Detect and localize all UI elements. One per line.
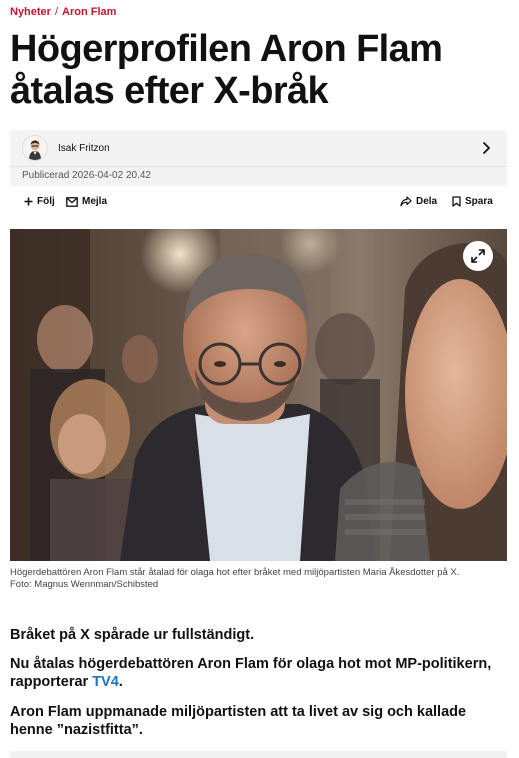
- lead-paragraph-2: Nu åtalas högerdebattören Aron Flam för …: [10, 655, 507, 691]
- article-actions: Följ Mejla Dela Spara: [10, 196, 507, 216]
- author-name[interactable]: Isak Fritzon: [58, 143, 110, 154]
- author-avatar: [22, 135, 48, 161]
- breadcrumb: Nyheter / Aron Flam: [10, 6, 116, 18]
- lead-p2-end: .: [118, 674, 123, 690]
- plus-icon: [24, 197, 33, 206]
- author-box[interactable]: Isak Fritzon Publicerad 2026-04-02 20.42: [10, 130, 507, 186]
- email-label: Mejla: [82, 196, 108, 207]
- tv4-link[interactable]: TV4: [92, 674, 119, 690]
- chevron-right-icon[interactable]: [479, 140, 493, 156]
- photo-credit: Foto: Magnus Wennman/Schibsted: [10, 578, 159, 590]
- article-photo[interactable]: [10, 229, 507, 561]
- save-button[interactable]: Spara: [452, 196, 493, 207]
- article-headline: Högerprofilen Aron Flam åtalas efter X-b…: [10, 28, 443, 112]
- expand-image-button[interactable]: [463, 241, 493, 271]
- divider: [10, 166, 507, 167]
- share-button[interactable]: Dela: [400, 196, 437, 207]
- breadcrumb-separator: /: [54, 6, 59, 18]
- bottom-divider: [10, 751, 507, 758]
- lead-p2-text: Nu åtalas högerdebattören Aron Flam för …: [10, 656, 492, 690]
- photo-illustration: [10, 229, 507, 561]
- share-label: Dela: [416, 196, 438, 207]
- email-button[interactable]: Mejla: [66, 196, 107, 207]
- lead-paragraph-3: Aron Flam uppmanade miljöpartisten att t…: [10, 704, 467, 738]
- author-row[interactable]: Isak Fritzon: [10, 130, 507, 166]
- breadcrumb-section[interactable]: Nyheter: [10, 6, 51, 18]
- follow-button[interactable]: Följ: [24, 196, 55, 207]
- published-date: Publicerad 2026-04-02 20.42: [22, 170, 151, 181]
- photo-caption: Högerdebattören Aron Flam står åtalad fö…: [10, 567, 507, 590]
- user-avatar-icon: [23, 136, 47, 160]
- expand-icon: [471, 249, 485, 263]
- follow-label: Följ: [37, 196, 55, 207]
- mail-icon: [66, 196, 78, 207]
- share-icon: [400, 196, 412, 207]
- bookmark-icon: [452, 196, 461, 207]
- lead-paragraph-1: Bråket på X spårade ur fullständigt.: [10, 627, 255, 643]
- save-label: Spara: [465, 196, 493, 207]
- breadcrumb-topic[interactable]: Aron Flam: [62, 6, 116, 18]
- photo-caption-text: Högerdebattören Aron Flam står åtalad fö…: [10, 567, 460, 578]
